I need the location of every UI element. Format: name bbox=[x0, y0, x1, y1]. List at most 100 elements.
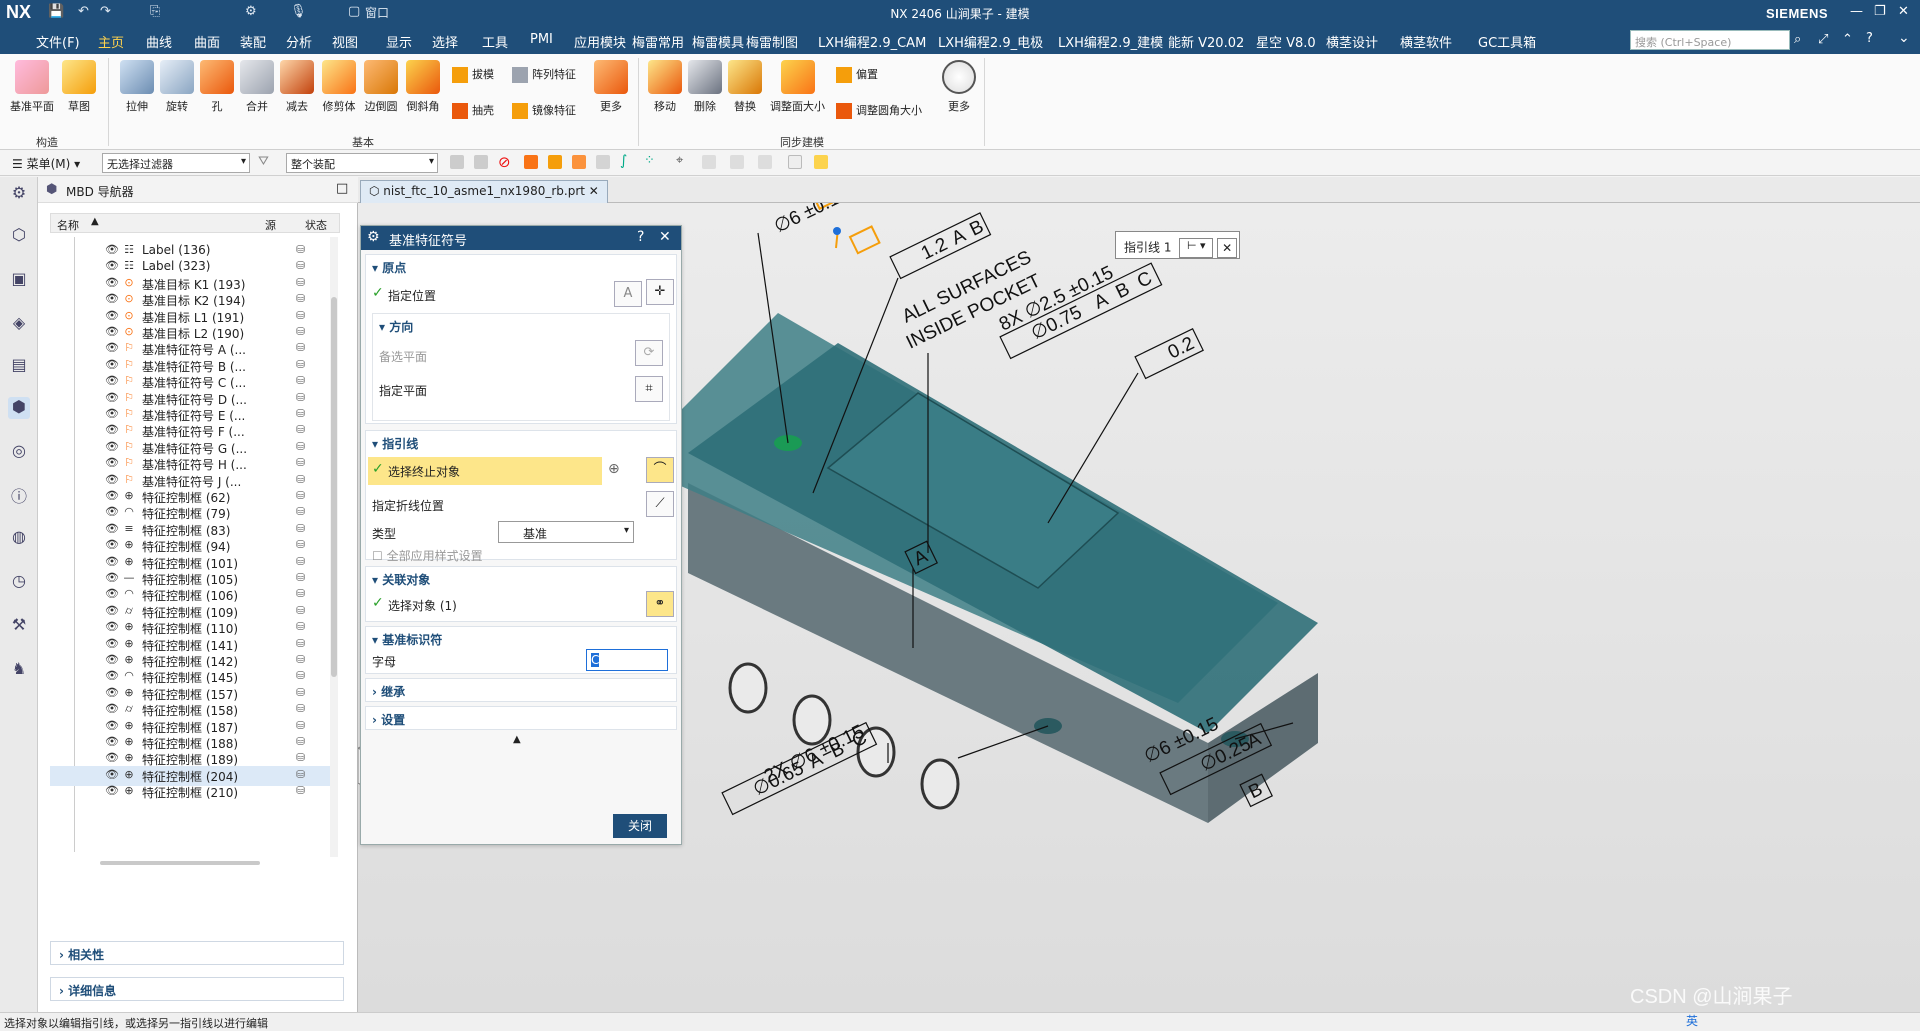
orient-icon[interactable] bbox=[814, 155, 828, 169]
more-icon[interactable]: ⌄ bbox=[1898, 30, 1910, 46]
edge-blend-button[interactable]: 边倒圆 bbox=[364, 60, 398, 114]
visibility-eye-icon[interactable]: 👁 bbox=[105, 391, 119, 404]
inherit-header[interactable]: › 继承 bbox=[372, 683, 405, 700]
leader-header[interactable]: ▾ 指引线 bbox=[372, 435, 418, 452]
search-icon[interactable]: ⌕ bbox=[1794, 32, 1801, 47]
menu-item[interactable]: 能新 V20.02 bbox=[1168, 32, 1244, 51]
menu-item[interactable]: PMI bbox=[530, 32, 553, 47]
associated-header[interactable]: ▾ 关联对象 bbox=[372, 571, 430, 588]
delete-face-button[interactable]: 删除 bbox=[688, 60, 722, 114]
subtract-button[interactable]: 减去 bbox=[280, 60, 314, 114]
gear-icon[interactable]: ⚙ bbox=[8, 183, 30, 205]
horizontal-scrollbar[interactable] bbox=[100, 861, 260, 865]
snap-point-icon[interactable]: ⌖ bbox=[676, 153, 683, 168]
visibility-eye-icon[interactable]: 👁 bbox=[105, 686, 119, 699]
annotation-style-icon[interactable]: A bbox=[614, 281, 642, 307]
visibility-eye-icon[interactable]: 👁 bbox=[105, 456, 119, 469]
visibility-eye-icon[interactable]: 👁 bbox=[105, 309, 119, 322]
menu-item[interactable]: 梅雷模具 bbox=[692, 32, 744, 51]
menu-item[interactable]: 梅雷常用 bbox=[632, 32, 684, 51]
menu-item[interactable]: LXH编程2.9_建模 bbox=[1058, 32, 1163, 51]
visibility-eye-icon[interactable]: 👁 bbox=[105, 440, 119, 453]
scope-select[interactable]: 整个装配 bbox=[286, 153, 438, 173]
part-navigator-icon[interactable]: ⬡ bbox=[8, 225, 30, 247]
minimize-icon[interactable]: — bbox=[1850, 4, 1863, 19]
replace-face-button[interactable]: 替换 bbox=[728, 60, 762, 114]
process-studio-icon[interactable]: ⚒ bbox=[8, 615, 30, 637]
point-dialog-icon[interactable]: ✛ bbox=[646, 279, 674, 305]
fullscreen-icon[interactable]: ⤢ bbox=[1818, 32, 1828, 47]
help-icon[interactable]: ? bbox=[637, 229, 644, 245]
side-hole-4[interactable] bbox=[920, 758, 960, 810]
column-source[interactable]: 源 bbox=[265, 217, 276, 233]
tree-row[interactable]: 👁 ⊕ 特征控制框 (210) ⛁ bbox=[50, 782, 330, 802]
visibility-eye-icon[interactable]: 👁 bbox=[105, 620, 119, 633]
visibility-eye-icon[interactable]: 👁 bbox=[105, 473, 119, 486]
menu-item[interactable]: LXH编程2.9_电极 bbox=[938, 32, 1043, 51]
column-name[interactable]: 名称 bbox=[57, 217, 79, 233]
settings-section[interactable]: › 设置 bbox=[365, 706, 677, 730]
menu-button[interactable]: ☰ 菜单(M) ▾ bbox=[12, 155, 80, 172]
visibility-eye-icon[interactable]: 👁 bbox=[105, 571, 119, 584]
details-panel[interactable]: › 详细信息 bbox=[50, 977, 344, 1001]
save-icon[interactable]: 💾 bbox=[48, 4, 64, 19]
copy-icon[interactable]: ⎘ bbox=[150, 4, 160, 19]
menu-item[interactable]: 应用模块 bbox=[574, 32, 626, 51]
settings-icon[interactable]: ⚙ bbox=[245, 4, 257, 19]
select-body-icon[interactable] bbox=[524, 155, 538, 169]
select-face-icon[interactable] bbox=[548, 155, 562, 169]
menu-item[interactable]: 横茎设计 bbox=[1326, 32, 1378, 51]
select-curve-icon[interactable]: ∫ bbox=[620, 153, 627, 169]
visibility-eye-icon[interactable]: 👁 bbox=[105, 604, 119, 617]
menu-item[interactable]: 横茎软件 bbox=[1400, 32, 1452, 51]
collapse-ribbon-icon[interactable]: ⌃ bbox=[1842, 32, 1853, 47]
offset-region-button[interactable]: 偏置 bbox=[836, 66, 878, 83]
sketch-button[interactable]: 草图 bbox=[62, 60, 96, 114]
scrollbar-thumb[interactable] bbox=[331, 297, 337, 677]
maximize-icon[interactable]: □ bbox=[336, 181, 348, 196]
visibility-eye-icon[interactable]: 👁 bbox=[105, 358, 119, 371]
origin-header[interactable]: ▾ 原点 bbox=[372, 259, 406, 276]
visibility-eye-icon[interactable]: 👁 bbox=[105, 489, 119, 502]
column-status[interactable]: 状态 bbox=[305, 217, 327, 233]
menu-item[interactable]: 梅雷制图 bbox=[746, 32, 798, 51]
reuse-library-icon[interactable]: ▤ bbox=[8, 355, 30, 377]
relevance-panel[interactable]: › 相关性 bbox=[50, 941, 344, 965]
chamfer-button[interactable]: 倒斜角 bbox=[406, 60, 440, 114]
visibility-eye-icon[interactable]: 👁 bbox=[105, 407, 119, 420]
document-tab[interactable]: ⬡ nist_ftc_10_asme1_nx1980_rb.prt ✕ bbox=[360, 180, 608, 203]
snap-options-icon[interactable] bbox=[702, 155, 716, 169]
select-feature-icon[interactable] bbox=[450, 155, 464, 169]
menu-item[interactable]: 装配 bbox=[240, 32, 266, 51]
select-object-icon[interactable]: ⚭ bbox=[646, 591, 674, 617]
close-button[interactable]: 关闭 bbox=[613, 814, 667, 838]
resize-blend-button[interactable]: 调整圆角大小 bbox=[836, 102, 922, 119]
history-icon[interactable]: ◷ bbox=[8, 571, 30, 593]
visibility-eye-icon[interactable]: 👁 bbox=[105, 243, 119, 256]
profile-fcf[interactable]: 1.2 A B bbox=[889, 212, 992, 280]
visibility-eye-icon[interactable]: 👁 bbox=[105, 768, 119, 781]
menu-item[interactable]: 选择 bbox=[432, 32, 458, 51]
basic-more-button[interactable]: 更多 bbox=[594, 60, 628, 114]
menu-item[interactable]: GC工具箱 bbox=[1478, 32, 1536, 51]
side-hole-1[interactable] bbox=[728, 662, 768, 714]
move-face-button[interactable]: 移动 bbox=[648, 60, 682, 114]
add-leader-icon[interactable]: ⊕ bbox=[608, 461, 620, 477]
visibility-eye-icon[interactable]: 👁 bbox=[105, 653, 119, 666]
settings-header[interactable]: › 设置 bbox=[372, 711, 405, 728]
sync-more-button[interactable]: 更多 bbox=[942, 60, 976, 114]
dialog-settings-icon[interactable]: ⚙ bbox=[367, 229, 380, 245]
revolve-button[interactable]: 旋转 bbox=[160, 60, 194, 114]
menu-item[interactable]: 视图 bbox=[332, 32, 358, 51]
apply-all-checkbox[interactable]: ☐ 全部应用样式设置 bbox=[372, 547, 483, 564]
constraint-navigator-icon[interactable]: ◈ bbox=[8, 313, 30, 335]
undo-icon[interactable]: ↶ bbox=[78, 4, 89, 19]
visibility-eye-icon[interactable]: 👁 bbox=[105, 505, 119, 518]
command-search-input[interactable]: 搜索 (Ctrl+Space) bbox=[1630, 30, 1790, 50]
filter-icon[interactable]: ⛛ bbox=[258, 154, 269, 169]
specify-plane-icon[interactable]: ⌗ bbox=[635, 376, 663, 402]
visibility-eye-icon[interactable]: 👁 bbox=[105, 637, 119, 650]
visibility-eye-icon[interactable]: 👁 bbox=[105, 374, 119, 387]
visibility-eye-icon[interactable]: 👁 bbox=[105, 751, 119, 764]
inherit-section[interactable]: › 继承 bbox=[365, 678, 677, 702]
